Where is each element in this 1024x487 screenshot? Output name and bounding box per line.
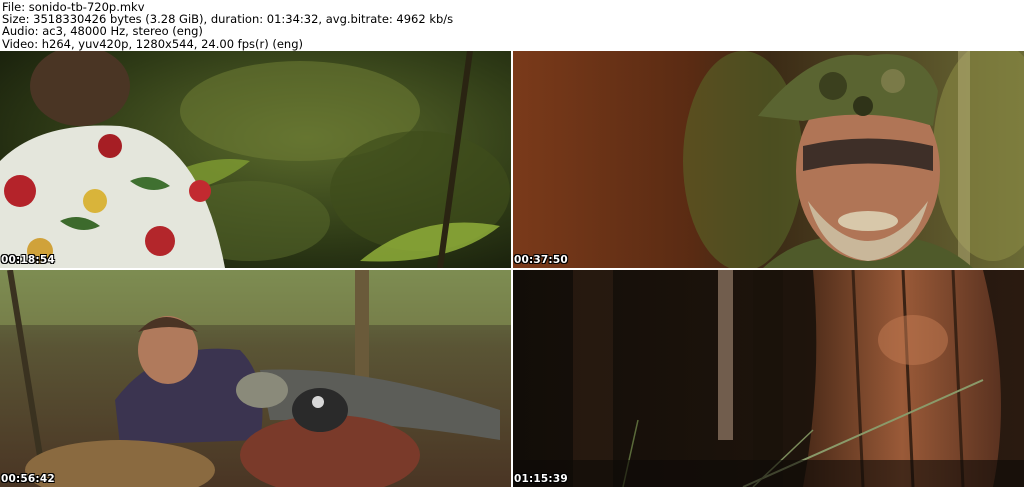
thumbnail-1-image <box>0 51 511 268</box>
thumbnail-1-timestamp: 00:18:54 <box>1 254 55 266</box>
audio-info-line: Audio: ac3, 48000 Hz, stereo (eng) <box>2 24 203 39</box>
thumbnail-4-image <box>513 270 1024 487</box>
thumbnail-4: 01:15:39 <box>513 270 1024 487</box>
thumbnail-grid: 00:18:54 00:37:50 00:56:42 01:15:39 <box>0 51 1024 487</box>
thumbnail-3-timestamp: 00:56:42 <box>1 473 55 485</box>
thumbnail-1: 00:18:54 <box>0 51 511 268</box>
thumbnail-3: 00:56:42 <box>0 270 511 487</box>
thumbnail-2: 00:37:50 <box>513 51 1024 268</box>
thumbnail-2-image <box>513 51 1024 268</box>
thumbnail-2-timestamp: 00:37:50 <box>514 254 568 266</box>
thumbnail-4-timestamp: 01:15:39 <box>514 473 568 485</box>
file-info-header: File: sonido-tb-720p.mkv Size: 351833042… <box>0 0 1024 51</box>
video-info-line: Video: h264, yuv420p, 1280x544, 24.00 fp… <box>2 36 304 51</box>
thumbnail-3-image <box>0 270 511 487</box>
